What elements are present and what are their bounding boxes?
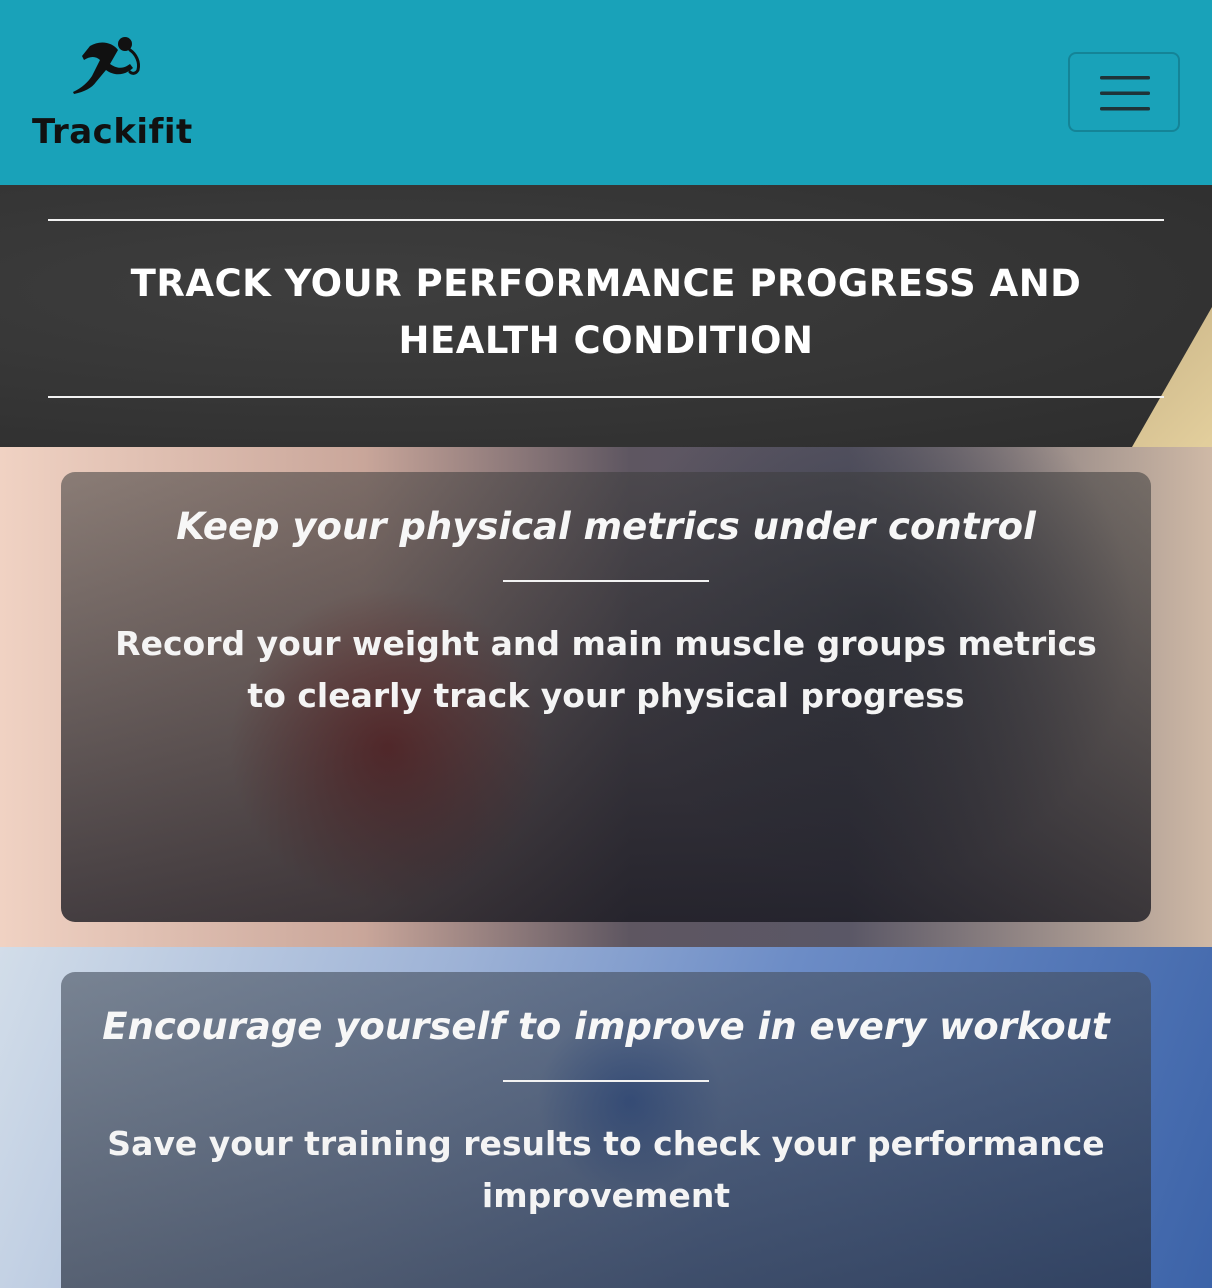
running-man-icon: [70, 34, 146, 98]
hero-top-divider: [48, 219, 1164, 221]
feature-card: Encourage yourself to improve in every w…: [61, 972, 1151, 1288]
hero-bottom-divider: [48, 396, 1164, 398]
hamburger-menu-icon: [1100, 74, 1150, 112]
hero-title-line-1: TRACK YOUR PERFORMANCE PROGRESS AND: [130, 262, 1082, 305]
feature-divider: [503, 580, 709, 582]
feature-divider: [503, 1080, 709, 1082]
feature-title: Keep your physical metrics under control: [176, 505, 1036, 548]
hero-title-line-2: HEALTH CONDITION: [398, 319, 814, 362]
navbar: Trackifit: [0, 0, 1212, 185]
feature-description: Record your weight and main muscle group…: [115, 624, 1097, 715]
feature-section-metrics: Keep your physical metrics under control…: [0, 447, 1212, 947]
feature-section-workout: Encourage yourself to improve in every w…: [0, 947, 1212, 1288]
navbar-toggle-button[interactable]: [1068, 52, 1180, 132]
brand-name: Trackifit: [32, 112, 193, 152]
feature-description: Save your training results to check your…: [107, 1124, 1105, 1215]
feature-card: Keep your physical metrics under control…: [61, 472, 1151, 922]
brand-link[interactable]: Trackifit: [32, 34, 192, 164]
hero-banner: TRACK YOUR PERFORMANCE PROGRESS AND HEAL…: [0, 185, 1212, 447]
feature-title: Encourage yourself to improve in every w…: [102, 1005, 1110, 1048]
hero-title: TRACK YOUR PERFORMANCE PROGRESS AND HEAL…: [60, 255, 1152, 369]
